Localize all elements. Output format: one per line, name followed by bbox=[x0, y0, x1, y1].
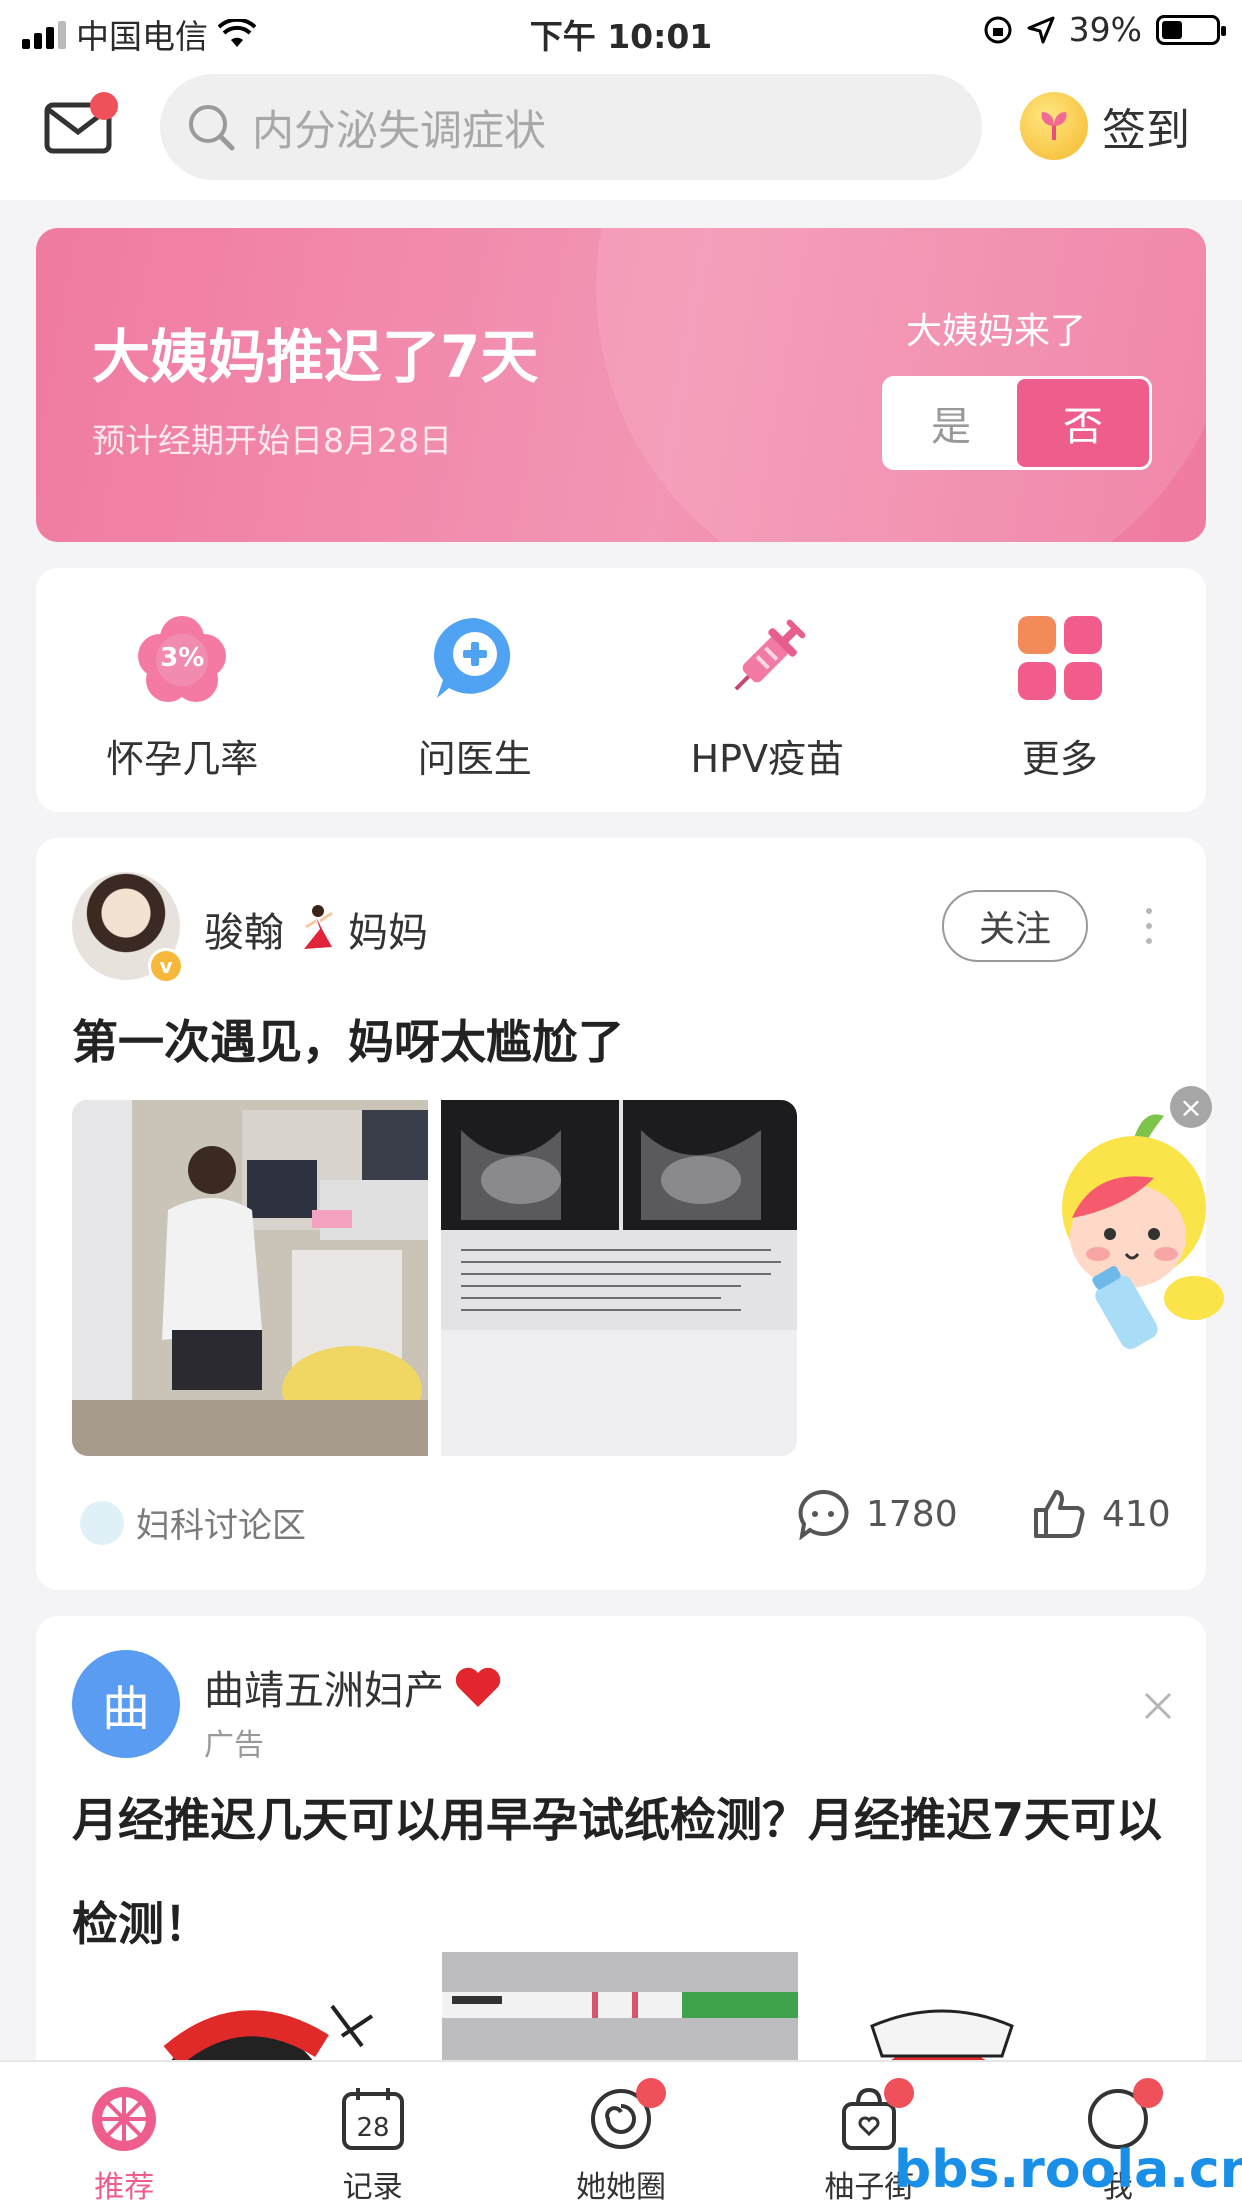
author-suffix: 妈妈 bbox=[348, 910, 428, 956]
verified-badge-icon: v bbox=[148, 948, 184, 984]
tab-record[interactable]: 28 记录 bbox=[248, 2062, 496, 2208]
top-header: 内分泌失调症状 签到 bbox=[0, 62, 1242, 200]
community-badge bbox=[636, 2078, 667, 2108]
comment-button[interactable]: 1780 bbox=[796, 1488, 958, 1540]
comment-icon bbox=[798, 1489, 849, 1540]
forum-name: 妇科讨论区 bbox=[136, 1506, 306, 1546]
quick-action-label: HPV疫苗 bbox=[690, 737, 845, 781]
search-icon bbox=[189, 105, 235, 151]
like-count: 410 bbox=[1102, 1493, 1171, 1535]
tab-label: 记录 bbox=[342, 2170, 403, 2205]
ad-label: 广告 bbox=[204, 1728, 264, 1763]
grapefruit-icon bbox=[92, 2087, 157, 2151]
thumbs-up-icon bbox=[1034, 1490, 1085, 1538]
yes-option[interactable]: 是 bbox=[885, 379, 1017, 467]
mail-button[interactable] bbox=[44, 92, 118, 154]
calendar-icon: 28 bbox=[341, 2088, 404, 2150]
rotation-lock-icon bbox=[984, 16, 1012, 43]
period-status-title: 大姨妈推迟了7天 bbox=[92, 323, 539, 391]
mail-badge bbox=[90, 92, 118, 120]
battery-percent: 39% bbox=[1068, 10, 1142, 49]
signin-button[interactable]: 签到 bbox=[1020, 92, 1190, 160]
circle-swirl-icon bbox=[586, 2078, 667, 2154]
quick-action-label: 问医生 bbox=[417, 737, 532, 781]
author-name-text: 骏翰 bbox=[204, 910, 284, 956]
comment-count: 1780 bbox=[866, 1493, 958, 1535]
ask-doctor-icon bbox=[427, 610, 523, 706]
quick-action-label: 怀孕几率 bbox=[106, 737, 259, 781]
status-right: 39% bbox=[983, 10, 1226, 49]
calendar-day: 28 bbox=[356, 2113, 389, 2143]
no-option[interactable]: 否 bbox=[1017, 379, 1149, 467]
battery-icon bbox=[1156, 14, 1226, 45]
period-question: 大姨妈来了 bbox=[906, 311, 1087, 352]
like-button[interactable]: 410 bbox=[1032, 1488, 1171, 1540]
follow-button[interactable]: 关注 bbox=[942, 890, 1088, 962]
tab-label: 推荐 bbox=[94, 2170, 155, 2205]
quick-action-label: 更多 bbox=[1021, 737, 1098, 781]
sprout-coin-icon bbox=[1020, 92, 1088, 160]
tab-recommend[interactable]: 推荐 bbox=[0, 2062, 248, 2208]
tab-community[interactable]: 她她圈 bbox=[497, 2062, 745, 2208]
period-banner: 大姨妈推迟了7天 预计经期开始日8月28日 大姨妈来了 是 否 bbox=[36, 228, 1206, 542]
search-input[interactable]: 内分泌失调症状 bbox=[160, 74, 982, 180]
dancer-emoji-icon bbox=[304, 905, 333, 949]
post-image-ultrasound-report[interactable] bbox=[441, 1100, 797, 1456]
more-options-icon[interactable] bbox=[1146, 908, 1152, 944]
pregnancy-chance-badge: 3% bbox=[160, 643, 205, 673]
tab-label: 她她圈 bbox=[576, 2170, 667, 2205]
quick-action-ask-doctor[interactable]: 问医生 bbox=[329, 568, 622, 812]
shop-badge bbox=[884, 2078, 915, 2108]
me-badge bbox=[1132, 2078, 1163, 2108]
period-toggle: 是 否 bbox=[882, 376, 1152, 470]
ad-advertiser[interactable]: 曲靖五洲妇产 bbox=[204, 1658, 504, 1716]
forum-tag[interactable]: 妇科讨论区 bbox=[80, 1498, 306, 1547]
author-name[interactable]: 骏翰 妈妈 bbox=[204, 900, 428, 958]
vaccine-icon bbox=[719, 610, 815, 706]
post-card[interactable]: v 骏翰 妈妈 关注 第一次遇见，妈呀太尴尬了 妇科讨论区 1780 410 bbox=[36, 838, 1206, 1590]
location-icon bbox=[1027, 16, 1055, 43]
quick-actions: 3% 怀孕几率 问医生 HPV疫苗 更多 bbox=[36, 568, 1206, 812]
red-heart-icon bbox=[455, 1667, 501, 1707]
forum-icon bbox=[80, 1500, 124, 1545]
pregnancy-chance-icon: 3% bbox=[134, 610, 230, 706]
more-grid-icon bbox=[1012, 610, 1108, 706]
signin-label: 签到 bbox=[1102, 105, 1190, 156]
quick-action-hpv-vaccine[interactable]: HPV疫苗 bbox=[621, 568, 914, 812]
watermark: bbs.roola.cn bbox=[894, 2140, 1242, 2200]
post-title[interactable]: 第一次遇见，妈呀太尴尬了 bbox=[72, 1006, 624, 1072]
grapefruit-mascot[interactable] bbox=[1054, 1108, 1234, 1358]
search-placeholder: 内分泌失调症状 bbox=[252, 105, 547, 155]
post-image-clinic[interactable] bbox=[72, 1100, 428, 1456]
quick-action-pregnancy-chance[interactable]: 3% 怀孕几率 bbox=[36, 568, 329, 812]
quick-action-more[interactable]: 更多 bbox=[914, 568, 1207, 812]
ad-title[interactable]: 月经推迟几天可以用早孕试纸检测？月经推迟7天可以检测！ bbox=[72, 1768, 1182, 1976]
ad-avatar[interactable]: 曲 bbox=[72, 1650, 180, 1758]
period-expected-date: 预计经期开始日8月28日 bbox=[92, 421, 452, 460]
status-bar: 中国电信 下午 10:01 39% bbox=[0, 0, 1242, 62]
ad-advertiser-name: 曲靖五洲妇产 bbox=[204, 1668, 444, 1714]
author-avatar[interactable]: v bbox=[72, 872, 184, 984]
ad-close-icon[interactable] bbox=[1142, 1690, 1174, 1722]
